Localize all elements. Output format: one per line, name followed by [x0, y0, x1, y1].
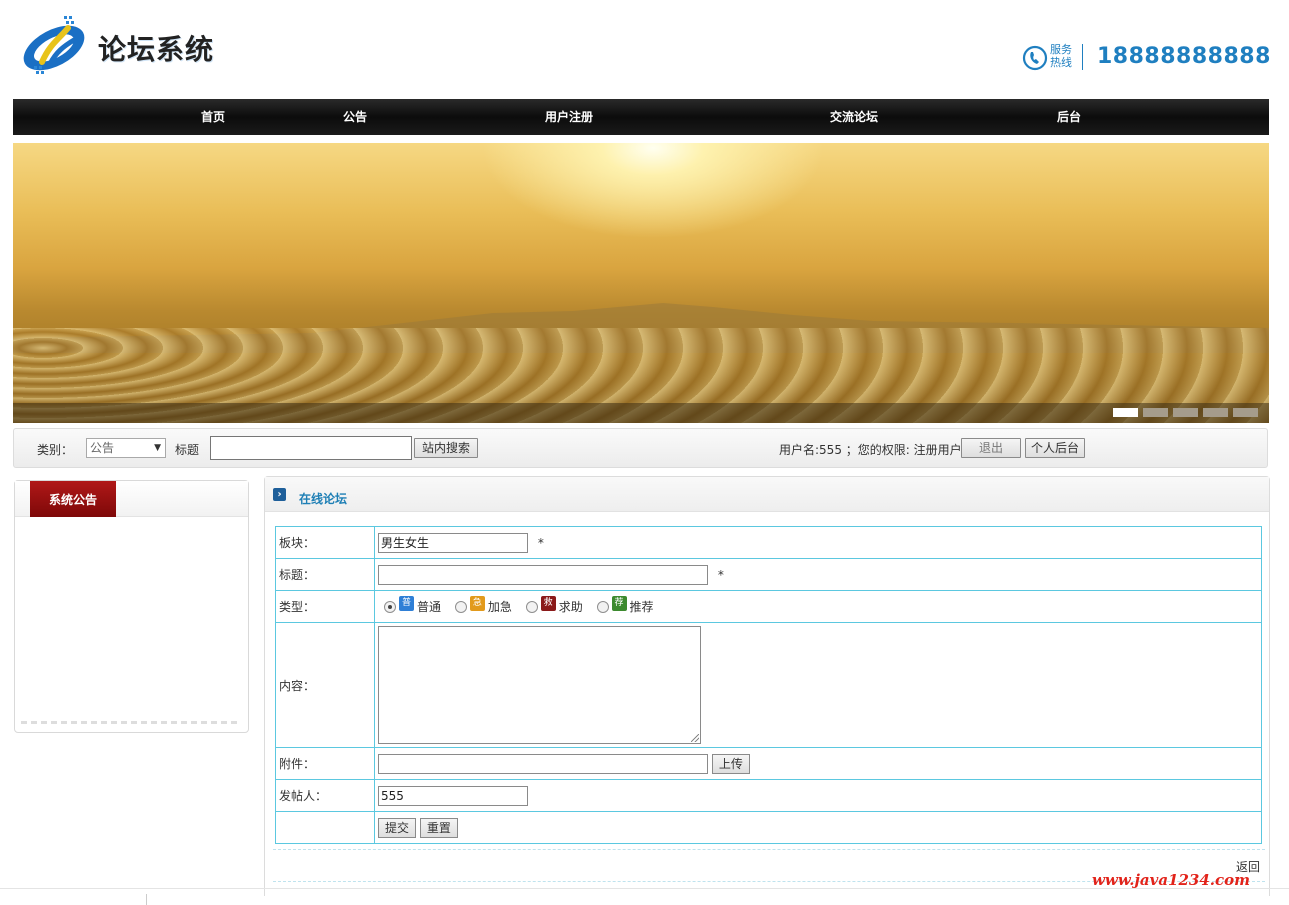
service-hotline: 服务 热线 18888888888	[1022, 42, 1270, 74]
slide-dot-4[interactable]	[1203, 408, 1228, 417]
announcement-panel-header: 系统公告	[15, 481, 248, 517]
hotline-divider	[1082, 44, 1083, 70]
search-bar: 类别： 公告 ▼ 标题 站内搜索 用户名:555 ；您的权限: 注册用户 退出 …	[13, 428, 1268, 468]
search-title-input[interactable]	[210, 436, 412, 460]
required-mark: *	[717, 567, 724, 582]
title-label: 标题	[175, 443, 200, 457]
category-select-value: 公告	[90, 441, 115, 455]
slide-dot-3[interactable]	[1173, 408, 1198, 417]
form-row-poster: 发帖人： 555	[275, 779, 1262, 812]
footer-separator	[146, 894, 147, 905]
form-row-actions: 提交 重置	[275, 811, 1262, 844]
required-mark: *	[537, 535, 544, 550]
form-row-type: 类型： 普普通 急加急 救求助 荐推荐	[275, 590, 1262, 623]
announcement-scroll-text	[21, 721, 241, 724]
post-title-label: 标题：	[275, 558, 375, 591]
submit-button[interactable]: 提交	[378, 817, 417, 838]
banner-caption-bar	[13, 403, 1269, 423]
normal-badge-icon: 普	[399, 596, 414, 611]
divider	[273, 849, 1265, 850]
reset-button[interactable]: 重置	[419, 817, 458, 838]
poster-field[interactable]: 555	[378, 785, 528, 806]
forum-panel-header: › 在线论坛	[265, 477, 1269, 512]
personal-admin-button[interactable]: 个人后台	[1025, 438, 1085, 458]
nav-item-admin[interactable]: 后台	[1039, 99, 1099, 135]
type-radio-urgent[interactable]	[454, 600, 467, 613]
post-form: 板块： 男生女生 * 标题： * 类型： 普普通 急加急 救求助 荐推荐 内容：	[275, 526, 1262, 844]
actions-empty-cell	[275, 811, 375, 844]
hotline-number: 18888888888	[1097, 44, 1271, 69]
site-title: 论坛系统	[98, 33, 215, 66]
slide-dot-5[interactable]	[1233, 408, 1258, 417]
main-nav: 首页 公告 用户注册 交流论坛 后台	[13, 99, 1269, 135]
nav-item-register[interactable]: 用户注册	[529, 99, 609, 135]
hotline-label: 服务 热线	[1050, 43, 1072, 69]
type-label: 类型：	[275, 590, 375, 623]
category-select[interactable]: 公告 ▼	[86, 438, 166, 458]
form-row-attachment: 附件： 上传	[275, 747, 1262, 780]
user-info: 用户名:555 ；您的权限: 注册用户	[779, 443, 962, 457]
header: 论坛系统 服务 热线 18888888888	[0, 0, 1289, 98]
nav-item-forum[interactable]: 交流论坛	[814, 99, 894, 135]
type-radio-recommend[interactable]	[596, 600, 609, 613]
upload-button[interactable]: 上传	[711, 753, 750, 774]
type-label-help: 求助	[558, 600, 583, 614]
chevron-down-icon: ▼	[154, 443, 161, 453]
site-search-button[interactable]: 站内搜索	[414, 438, 478, 458]
type-label-recommend: 推荐	[629, 600, 654, 614]
help-badge-icon: 救	[540, 596, 556, 611]
announcement-panel: 系统公告	[14, 480, 249, 733]
attachment-label: 附件：	[275, 747, 375, 780]
forum-panel: › 在线论坛 板块： 男生女生 * 标题： * 类型： 普普通 急加急 救求助 …	[264, 476, 1270, 896]
logout-button[interactable]: 退出	[961, 438, 1021, 458]
form-row-content: 内容：	[275, 622, 1262, 748]
banner-carousel	[13, 143, 1269, 423]
poster-label: 发帖人：	[275, 779, 375, 812]
content-label: 内容：	[275, 622, 375, 748]
logo-icon	[23, 16, 85, 74]
phone-icon	[1022, 45, 1048, 71]
slide-dot-2[interactable]	[1143, 408, 1168, 417]
forum-panel-title: 在线论坛	[299, 492, 348, 506]
type-radio-help[interactable]	[525, 600, 538, 613]
nav-item-home[interactable]: 首页	[183, 99, 243, 135]
nav-item-notice[interactable]: 公告	[325, 99, 385, 135]
category-label: 类别：	[37, 443, 74, 457]
type-label-urgent: 加急	[487, 600, 512, 614]
slide-dot-1[interactable]	[1113, 408, 1138, 417]
board-field[interactable]: 男生女生	[378, 532, 528, 553]
tab-system-notice[interactable]: 系统公告	[30, 481, 116, 517]
type-label-normal: 普通	[417, 600, 442, 614]
urgent-badge-icon: 急	[469, 596, 485, 611]
watermark: www.java1234.com	[1092, 871, 1251, 889]
board-label: 板块：	[275, 526, 375, 559]
type-radio-normal[interactable]	[384, 600, 396, 613]
type-options: 普普通 急加急 救求助 荐推荐	[374, 590, 1262, 623]
form-row-board: 板块： 男生女生 *	[275, 526, 1262, 559]
resize-grip-icon[interactable]	[691, 734, 699, 742]
post-title-input[interactable]	[378, 564, 708, 585]
form-row-title: 标题： *	[275, 558, 1262, 591]
attachment-input[interactable]	[378, 753, 708, 774]
chevron-right-icon: ›	[273, 488, 286, 501]
recommend-badge-icon: 荐	[611, 596, 627, 611]
content-textarea[interactable]	[378, 626, 701, 744]
